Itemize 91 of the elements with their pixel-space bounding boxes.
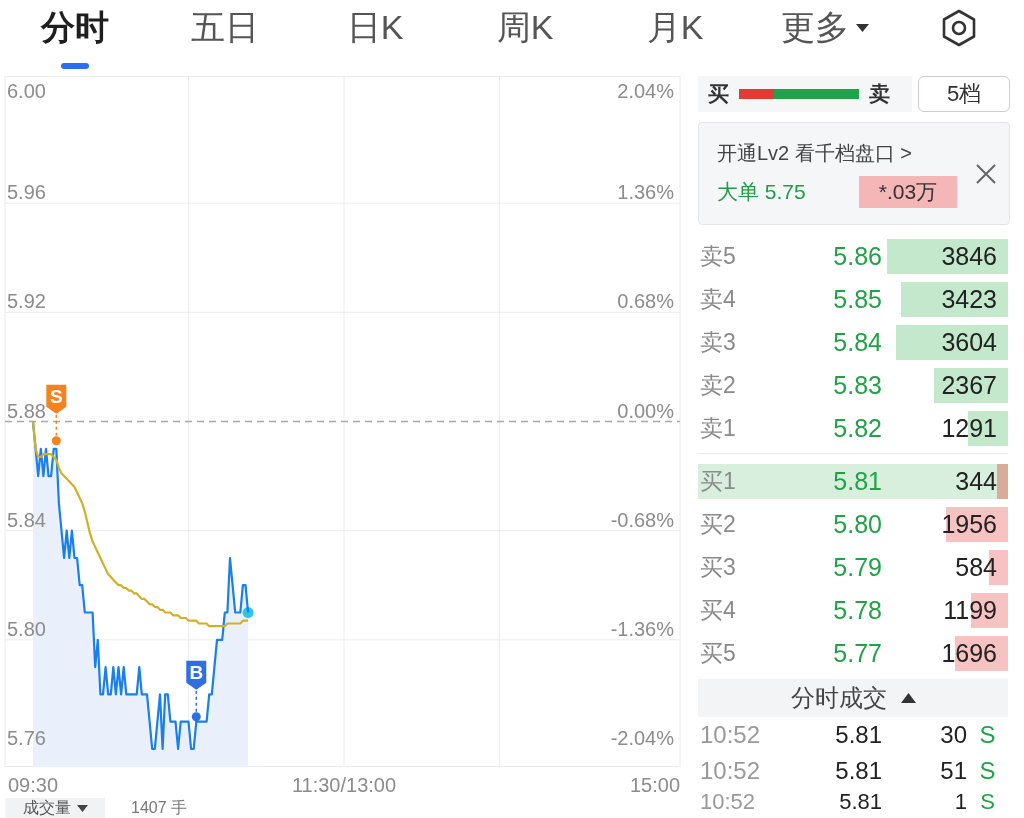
- percent-axis-label: 2.04%: [617, 80, 674, 102]
- order-volume: 344: [954, 467, 997, 496]
- order-price: 5.83: [832, 371, 882, 400]
- order-price: 5.86: [832, 242, 882, 271]
- time-axis-label: 09:30: [7, 774, 59, 796]
- percent-axis-label: -2.04%: [610, 727, 674, 749]
- price-axis-label: 5.76: [7, 727, 46, 749]
- bid-row[interactable]: 买2 5.80 1956: [698, 503, 1008, 546]
- order-level-label: 卖5: [699, 242, 737, 271]
- price-axis-label: 6.00: [7, 80, 46, 102]
- trade-side: S: [978, 757, 997, 785]
- time-axis-label: 15:00: [629, 774, 681, 796]
- trade-volume: 30: [939, 721, 967, 749]
- trade-price: 5.81: [834, 721, 882, 749]
- period-tab[interactable]: 更多: [750, 0, 900, 72]
- time-axis-label: 11:30/13:00: [291, 774, 397, 796]
- current-price-dot-icon: [242, 607, 254, 619]
- volume-value: 1407 手: [131, 797, 188, 818]
- percent-axis-label: 1.36%: [617, 181, 674, 204]
- order-price: 5.79: [832, 553, 882, 582]
- percent-axis-label: -0.68%: [610, 508, 674, 531]
- big-order-label: 大单 5.75: [717, 178, 807, 205]
- order-volume: 1956: [940, 510, 997, 539]
- big-order-amount: *.03万: [859, 175, 957, 208]
- ask-row[interactable]: 卖4 5.85 3423: [698, 278, 1008, 321]
- caret-up-icon: [900, 693, 916, 703]
- trade-volume: 51: [939, 757, 967, 785]
- order-level-label: 买2: [699, 510, 737, 539]
- percent-axis-label: 0.00%: [617, 399, 674, 422]
- percent-axis-label: 0.68%: [617, 290, 674, 313]
- trade-price: 5.81: [838, 789, 882, 815]
- order-level-label: 买5: [699, 639, 737, 668]
- period-tab[interactable]: 日K: [300, 0, 450, 72]
- bid-row[interactable]: 买4 5.78 1199: [698, 589, 1008, 632]
- order-volume: 584: [954, 553, 997, 582]
- order-price: 5.80: [832, 510, 882, 539]
- order-level-label: 卖1: [699, 414, 737, 443]
- order-price: 5.85: [832, 285, 882, 314]
- order-volume: 3423: [940, 285, 997, 314]
- annotation: B: [189, 661, 204, 683]
- order-level-label: 买4: [699, 596, 737, 625]
- sell-label: 卖: [869, 81, 890, 107]
- period-tab[interactable]: 月K: [600, 0, 750, 72]
- caret-down-icon: [856, 24, 869, 32]
- caret-down-icon: [76, 804, 88, 812]
- upgrade-link[interactable]: 开通Lv2 看千档盘口 >: [717, 139, 975, 167]
- trade-volume: 1: [953, 789, 967, 815]
- order-volume: 1199: [942, 596, 997, 625]
- order-price: 5.82: [832, 414, 882, 443]
- order-level-label: 卖4: [699, 285, 737, 314]
- trade-price: 5.81: [834, 757, 882, 785]
- order-level-label: 卖3: [699, 328, 737, 357]
- order-price: 5.81: [832, 467, 882, 496]
- period-tab[interactable]: 五日: [150, 0, 300, 72]
- trade-side: S: [979, 789, 996, 815]
- price-axis-label: 5.96: [7, 181, 46, 204]
- price-axis-label: 5.88: [7, 399, 46, 422]
- percent-axis-label: -1.36%: [610, 617, 674, 640]
- order-volume: 3846: [940, 242, 997, 271]
- ask-row[interactable]: 卖3 5.84 3604: [698, 321, 1008, 364]
- settings-icon[interactable]: [940, 9, 978, 47]
- trade-list-toggle[interactable]: 分时成交: [698, 679, 1008, 717]
- price-axis-label: 5.92: [7, 290, 46, 313]
- order-volume: 2367: [940, 371, 997, 400]
- volume-dropdown[interactable]: 成交量: [5, 798, 105, 818]
- price-axis-label: 5.84: [7, 508, 46, 531]
- bid-row[interactable]: 买5 5.77 1696: [698, 632, 1008, 675]
- annotation: S: [49, 385, 63, 407]
- ask-row[interactable]: 卖5 5.86 3846: [698, 235, 1008, 278]
- depth-level-button[interactable]: 5档: [918, 76, 1010, 112]
- order-volume: 1291: [940, 414, 997, 443]
- close-icon[interactable]: [975, 162, 997, 185]
- order-volume: 1696: [940, 639, 997, 668]
- period-tab[interactable]: 分时: [0, 0, 150, 72]
- period-tab[interactable]: 周K: [450, 0, 600, 72]
- ask-row[interactable]: 卖2 5.83 2367: [698, 364, 1008, 407]
- price-axis-label: 5.80: [7, 617, 46, 640]
- order-price: 5.84: [832, 328, 882, 357]
- trade-time: 10:52: [699, 757, 762, 785]
- bid-row[interactable]: 买3 5.79 584: [698, 546, 1008, 589]
- ask-row[interactable]: 卖1 5.82 1291: [698, 407, 1008, 450]
- order-level-label: 买3: [699, 553, 737, 582]
- trade-time: 10:52: [699, 721, 762, 749]
- buy-label: 买: [708, 81, 729, 107]
- order-level-label: 卖2: [699, 371, 737, 400]
- order-price: 5.78: [832, 596, 882, 625]
- order-price: 5.77: [832, 639, 882, 668]
- order-level-label: 买1: [699, 467, 737, 496]
- order-volume: 3604: [940, 328, 997, 357]
- trade-time: 10:52: [699, 789, 757, 815]
- trade-side: S: [978, 721, 997, 749]
